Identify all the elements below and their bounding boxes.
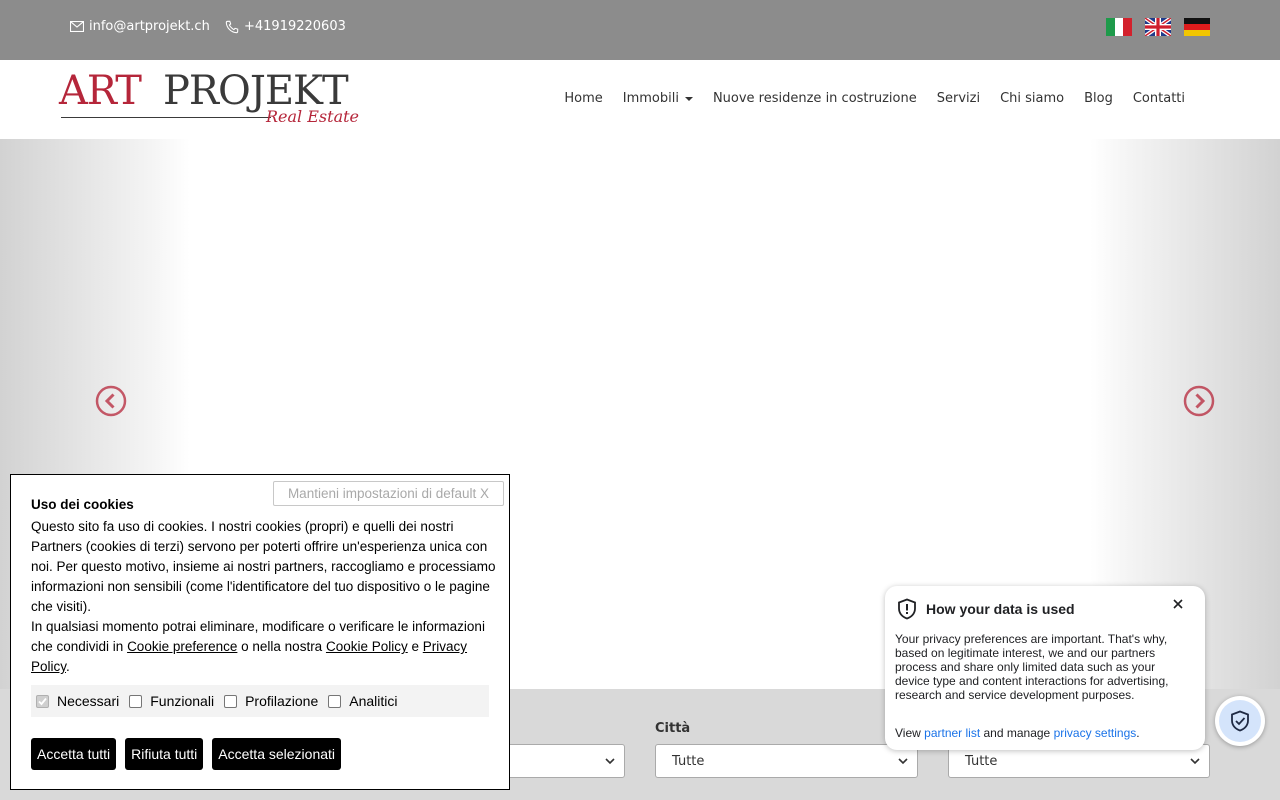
- privacy-foot-end: .: [1136, 726, 1140, 740]
- cookie-paragraph-1: Questo sito fa uso di cookies. I nostri …: [31, 519, 496, 614]
- nav-blog[interactable]: Blog: [1084, 91, 1113, 106]
- flag-italy-icon[interactable]: [1106, 18, 1132, 36]
- checkbox-funzionali[interactable]: [129, 694, 143, 708]
- chevron-down-icon: [898, 758, 908, 765]
- phone-link[interactable]: +41919220603: [225, 19, 346, 34]
- site-header: ART PROJEKT Real Estate Home Immobili Nu…: [0, 60, 1280, 139]
- logo-tagline: Real Estate: [265, 107, 359, 126]
- check-analitici[interactable]: Analitici: [328, 693, 397, 709]
- privacy-title: How your data is used: [926, 601, 1075, 617]
- nav-contatti[interactable]: Contatti: [1133, 91, 1185, 106]
- checkbox-analitici[interactable]: [328, 694, 342, 708]
- close-icon[interactable]: [1173, 599, 1183, 609]
- flag-uk-icon[interactable]: [1145, 18, 1171, 36]
- checkbox-profilazione[interactable]: [224, 694, 238, 708]
- language-switcher: [1106, 18, 1210, 36]
- cookie-text-end: .: [66, 659, 70, 674]
- cookie-banner: Mantieni impostazioni di default X Uso d…: [10, 474, 510, 790]
- privacy-text: Your privacy preferences are important. …: [895, 632, 1169, 702]
- nav-nuove-residenze[interactable]: Nuove residenze in costruzione: [713, 91, 917, 106]
- nav-immobili[interactable]: Immobili: [623, 91, 693, 106]
- accept-all-button[interactable]: Accetta tutti: [31, 738, 117, 770]
- logo-underline: [61, 117, 271, 118]
- nav-servizi[interactable]: Servizi: [937, 91, 980, 106]
- privacy-footer: View partner list and manage privacy set…: [895, 726, 1140, 740]
- check-profilazione[interactable]: Profilazione: [224, 693, 318, 709]
- cookie-text-and: e: [407, 639, 423, 654]
- privacy-foot-mid: and manage: [980, 726, 1054, 740]
- city-select-value: Tutte: [672, 753, 705, 769]
- privacy-header: How your data is used: [897, 598, 1075, 620]
- check-analitici-label: Analitici: [349, 693, 398, 709]
- accept-selected-button[interactable]: Accetta selezionati: [212, 738, 342, 770]
- logo-part-art: ART: [59, 68, 142, 114]
- site-logo[interactable]: ART PROJEKT Real Estate: [59, 69, 363, 127]
- slider-prev-icon[interactable]: [95, 385, 127, 417]
- cookie-categories: Necessari Funzionali Profilazione Analit…: [31, 685, 489, 717]
- shield-alert-icon: [898, 598, 916, 620]
- slider-next-icon[interactable]: [1183, 385, 1215, 417]
- cookie-text: Questo sito fa uso di cookies. I nostri …: [31, 517, 496, 677]
- check-profilazione-label: Profilazione: [245, 693, 319, 709]
- cookie-actions: Accetta tutti Rifiuta tutti Accetta sele…: [31, 738, 342, 770]
- mail-icon: [70, 21, 84, 32]
- cookie-title: Uso dei cookies: [31, 497, 134, 512]
- check-funzionali-label: Funzionali: [150, 693, 215, 709]
- checkmark-icon: [38, 697, 47, 705]
- email-text: info@artprojekt.ch: [89, 19, 210, 34]
- phone-icon: [225, 20, 239, 33]
- partner-list-link[interactable]: partner list: [924, 726, 980, 740]
- check-necessari: Necessari: [36, 693, 119, 709]
- reject-all-button[interactable]: Rifiuta tutti: [125, 738, 204, 770]
- nav-immobili-label: Immobili: [622, 91, 679, 106]
- cookie-policy-link[interactable]: Cookie Policy: [326, 639, 408, 654]
- checkbox-necessari: [36, 694, 49, 708]
- privacy-settings-link[interactable]: privacy settings: [1054, 726, 1137, 740]
- privacy-settings-button[interactable]: [1215, 696, 1265, 746]
- city-select[interactable]: Tutte: [655, 744, 918, 778]
- cookie-text-mid: o nella nostra: [237, 639, 326, 654]
- main-nav: Home Immobili Nuove residenze in costruz…: [564, 91, 1185, 106]
- nav-home[interactable]: Home: [564, 91, 602, 106]
- privacy-settings-button-inner: [1219, 700, 1261, 742]
- caret-down-icon: [684, 96, 693, 101]
- search-select-4-value: Tutte: [965, 753, 998, 769]
- chevron-down-icon: [605, 758, 615, 765]
- city-label: Città: [655, 721, 691, 736]
- shield-check-icon: [1231, 710, 1249, 732]
- check-funzionali[interactable]: Funzionali: [129, 693, 214, 709]
- privacy-popup: How your data is used Your privacy prefe…: [885, 586, 1205, 750]
- email-link[interactable]: info@artprojekt.ch: [70, 19, 210, 34]
- chevron-down-icon: [1190, 758, 1200, 765]
- flag-germany-icon[interactable]: [1184, 18, 1210, 36]
- top-bar: info@artprojekt.ch +41919220603: [0, 0, 1280, 60]
- keep-default-button[interactable]: Mantieni impostazioni di default X: [273, 481, 504, 506]
- cookie-preference-link[interactable]: Cookie preference: [127, 639, 237, 654]
- check-necessari-label: Necessari: [57, 693, 120, 709]
- nav-chi-siamo[interactable]: Chi siamo: [1000, 91, 1064, 106]
- privacy-foot-start: View: [895, 726, 925, 740]
- phone-text: +41919220603: [244, 19, 346, 34]
